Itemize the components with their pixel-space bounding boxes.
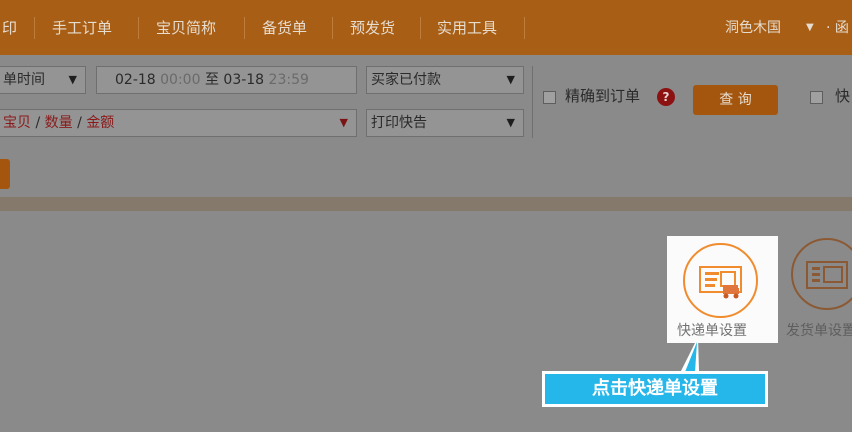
- time-end: 23:59: [268, 72, 309, 88]
- order-status-value: 买家已付款: [371, 72, 441, 88]
- print-status-value: 打印快告: [371, 115, 427, 131]
- filter-panel: 单时间 ▼ 02-18 00:00 至 03-18 23:59 买家已付款 ▼ …: [0, 55, 852, 197]
- chevron-down-icon: ▼: [68, 73, 77, 86]
- user-menu-rest[interactable]: · 函: [826, 17, 849, 39]
- goods-sep: /: [72, 115, 87, 131]
- date-start: 02-18: [115, 72, 156, 88]
- action-button-partial[interactable]: [0, 159, 10, 189]
- goods-label: 宝贝: [3, 115, 31, 131]
- top-nav: 印 手工订单 宝贝简称 备货单 预发货 实用工具 洞色木国 ▼ · 函: [0, 0, 852, 55]
- date-end: 03-18: [223, 72, 265, 88]
- dispatch-settings-label: 发货单设置: [786, 323, 852, 339]
- nav-item-print[interactable]: 印: [2, 17, 17, 39]
- nav-item-item-short-name[interactable]: 宝贝简称: [156, 17, 216, 39]
- chevron-down-icon[interactable]: ▼: [806, 17, 814, 39]
- nav-separator: [34, 17, 35, 39]
- option-label-partial: 快: [835, 87, 851, 105]
- amount-label: 金额: [86, 115, 115, 131]
- nav-item-stock-list[interactable]: 备货单: [262, 17, 307, 39]
- order-status-select[interactable]: 买家已付款 ▼: [366, 66, 524, 94]
- chevron-down-icon: ▼: [506, 73, 515, 86]
- filter-divider: [532, 66, 533, 138]
- chevron-down-icon: ▼: [339, 116, 348, 129]
- goods-filter-select[interactable]: 宝贝 / 数量 / 金额 ▼: [0, 109, 357, 137]
- nav-separator: [332, 17, 333, 39]
- dispatch-settings-icon: [791, 238, 852, 310]
- exact-order-checkbox[interactable]: [543, 91, 556, 104]
- nav-item-manual-order[interactable]: 手工订单: [52, 17, 112, 39]
- user-name[interactable]: 洞色木国: [725, 17, 781, 39]
- time-start: 00:00: [160, 72, 201, 88]
- nav-item-pre-ship[interactable]: 预发货: [350, 17, 395, 39]
- chevron-down-icon: ▼: [506, 116, 515, 129]
- callout-box: 点击快递单设置: [542, 371, 768, 407]
- query-button[interactable]: 查 询: [693, 85, 778, 115]
- nav-separator: [244, 17, 245, 39]
- express-settings-tile[interactable]: 快递单设置: [667, 236, 778, 343]
- date-to-label: 至: [204, 72, 219, 88]
- print-status-select[interactable]: 打印快告 ▼: [366, 109, 524, 137]
- exact-order-label: 精确到订单: [565, 87, 641, 105]
- help-icon[interactable]: ?: [657, 88, 675, 106]
- nav-separator: [420, 17, 421, 39]
- time-type-value: 单时间: [3, 72, 45, 88]
- quantity-label: 数量: [44, 115, 73, 131]
- nav-separator: [138, 17, 139, 39]
- callout-text: 点击快递单设置: [592, 378, 718, 399]
- nav-item-tools[interactable]: 实用工具: [437, 17, 497, 39]
- goods-sep: /: [31, 115, 45, 131]
- date-range-input[interactable]: 02-18 00:00 至 03-18 23:59: [96, 66, 357, 94]
- time-type-select[interactable]: 单时间 ▼: [0, 66, 86, 94]
- express-settings-icon: [683, 243, 758, 318]
- nav-separator: [524, 17, 525, 39]
- express-settings-label: 快递单设置: [677, 323, 747, 339]
- section-divider-band: [0, 197, 852, 211]
- option-checkbox[interactable]: [810, 91, 823, 104]
